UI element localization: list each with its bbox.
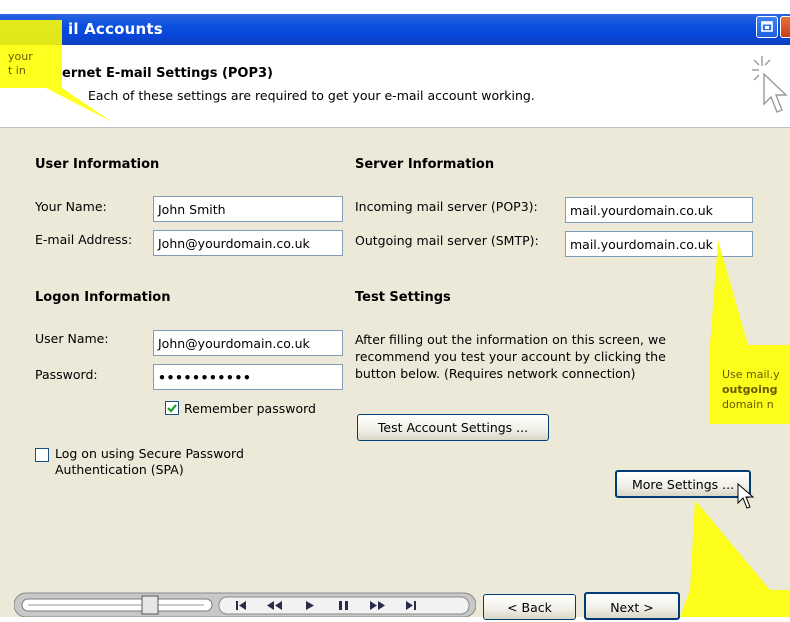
test-account-settings-button[interactable]: Test Account Settings ... xyxy=(357,414,549,441)
incoming-server-label: Incoming mail server (POP3): xyxy=(355,199,538,214)
test-settings-heading: Test Settings xyxy=(355,290,451,305)
back-button[interactable]: < Back xyxy=(483,594,576,620)
email-address-label: E-mail Address: xyxy=(35,232,133,247)
callout-right-text-2: outgoing xyxy=(722,383,778,396)
media-player-bar[interactable] xyxy=(14,590,476,617)
remember-password-checkbox[interactable] xyxy=(165,401,179,415)
outgoing-server-label: Outgoing mail server (SMTP): xyxy=(355,233,539,248)
close-window-button[interactable] xyxy=(780,16,790,38)
callout-right-text-1: Use mail.y xyxy=(722,368,780,381)
your-name-input[interactable]: John Smith xyxy=(153,196,343,222)
restore-icon xyxy=(761,21,773,32)
logon-info-heading: Logon Information xyxy=(35,290,171,305)
test-desc-line3: button below. (Requires network connecti… xyxy=(355,366,636,381)
next-button[interactable]: Next > xyxy=(584,592,680,620)
incoming-server-input[interactable]: mail.yourdomain.co.uk xyxy=(565,197,753,223)
test-desc-line2: recommend you test your account by click… xyxy=(355,349,666,364)
your-name-label: Your Name: xyxy=(35,199,107,214)
user-info-heading: User Information xyxy=(35,157,160,172)
user-name-label: User Name: xyxy=(35,331,109,346)
wizard-sparkle-cursor-icon xyxy=(752,56,788,113)
callout-left-text-1: your xyxy=(8,50,33,63)
test-desc-line1: After filling out the information on thi… xyxy=(355,332,666,347)
user-name-input[interactable]: John@yourdomain.co.uk xyxy=(153,330,343,356)
remember-password-label: Remember password xyxy=(184,401,316,416)
callout-right-text-3: domain n xyxy=(722,398,774,411)
checkmark-icon xyxy=(167,404,177,413)
server-info-heading: Server Information xyxy=(355,157,495,172)
page-subtitle: Each of these settings are required to g… xyxy=(88,88,535,103)
restore-window-button[interactable] xyxy=(756,16,778,38)
spa-label-line2: Authentication (SPA) xyxy=(55,462,184,477)
callout-left-text-2: t in xyxy=(8,64,26,77)
password-label: Password: xyxy=(35,367,98,382)
spa-checkbox[interactable] xyxy=(35,448,49,462)
spa-label-line1: Log on using Secure Password xyxy=(55,446,244,461)
password-input[interactable]: ••••••••••• xyxy=(153,364,343,390)
email-address-input[interactable]: John@yourdomain.co.uk xyxy=(153,230,343,256)
more-settings-button[interactable]: More Settings ... xyxy=(615,470,751,498)
callout-bottom xyxy=(680,500,790,617)
